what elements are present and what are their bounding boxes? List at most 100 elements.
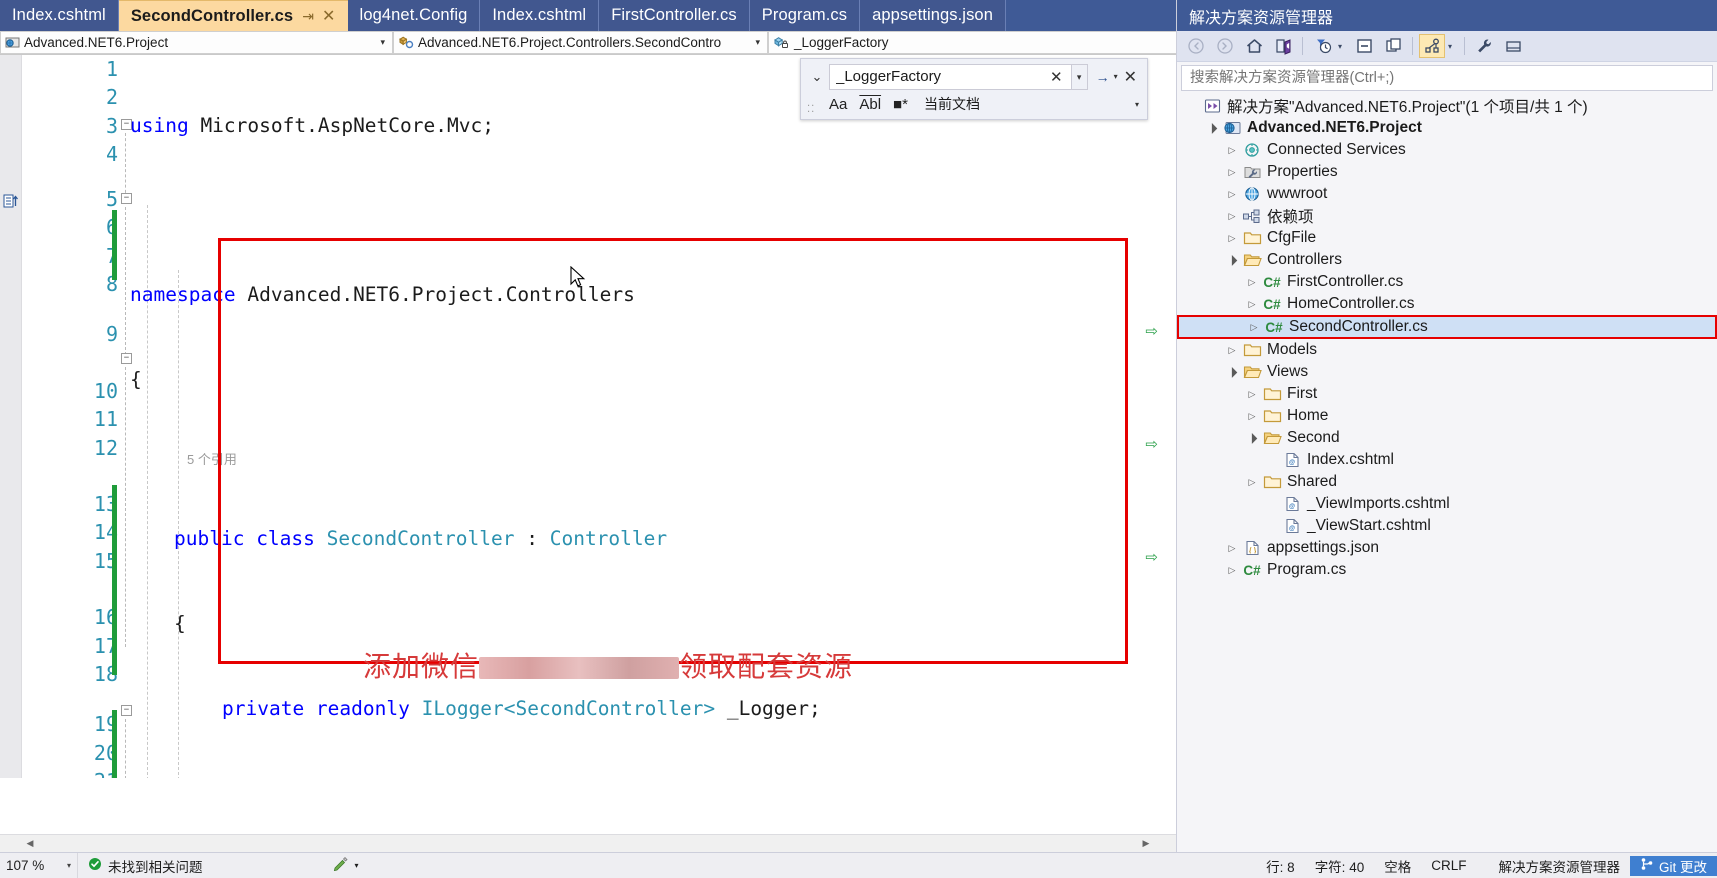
pending-changes-filter-icon[interactable] <box>1309 34 1335 58</box>
tree-node-properties[interactable]: ▷ Properties <box>1177 161 1717 183</box>
expand-collapse-icon-collapsed[interactable]: ▷ <box>1245 322 1263 333</box>
solution-explorer-status[interactable]: 解决方案资源管理器 <box>1488 855 1630 876</box>
find-next-icon[interactable]: → <box>1094 69 1112 85</box>
expand-collapse-icon-collapsed[interactable]: ▷ <box>1223 543 1241 554</box>
tree-node-viewstart-cshtml[interactable]: @ _ViewStart.cshtml <box>1177 515 1717 537</box>
expand-collapse-icon-collapsed[interactable]: ▷ <box>1243 477 1261 488</box>
collapse-all-icon[interactable] <box>1351 34 1377 58</box>
tree-node-second[interactable]: ◢ Second <box>1177 427 1717 449</box>
use-regex-icon[interactable]: ■* <box>893 96 908 113</box>
tab-index-cshtml-1[interactable]: Index.cshtml <box>0 0 119 31</box>
find-resize-grip[interactable]: ⁚⁚ <box>807 104 815 115</box>
expand-collapse-icon-collapsed[interactable]: ▷ <box>1243 389 1261 400</box>
tree-node-secondcontroller-cs[interactable]: ▷ C# SecondController.cs <box>1177 315 1717 339</box>
tab-appsettings-json[interactable]: appsettings.json <box>860 0 1006 31</box>
issues-status[interactable]: 未找到相关问题 <box>78 856 213 876</box>
chevron-down-icon[interactable]: ▾ <box>355 861 359 870</box>
tree-node-models[interactable]: ▷ Models <box>1177 339 1717 361</box>
editor-horizontal-scrollbar[interactable]: ◀ ▶ <box>0 834 1176 852</box>
show-all-files-icon[interactable] <box>1380 34 1406 58</box>
tab-log4net-config[interactable]: log4net.Config <box>347 0 481 31</box>
tree-node-views[interactable]: ◢ Views <box>1177 361 1717 383</box>
expand-collapse-icon-collapsed[interactable]: ▷ <box>1243 411 1261 422</box>
clear-search-icon[interactable]: ✕ <box>1046 68 1067 86</box>
git-changes-status[interactable]: Git 更改 <box>1629 855 1717 876</box>
tree-node-advanced-net6-project-1-1[interactable]: 解决方案"Advanced.NET6.Project"(1 个项目/共 1 个) <box>1177 95 1717 117</box>
expand-collapse-icon-expanded[interactable]: ◢ <box>1242 428 1263 449</box>
properties-icon[interactable] <box>1471 34 1497 58</box>
code-editor[interactable]: 1 2 3 4 5 6 7 8 9 10 11 12 13 14 15 16 1… <box>0 55 1292 778</box>
bookmark-icon[interactable] <box>3 193 19 209</box>
quick-action-icon[interactable]: ⇨ <box>1145 322 1158 340</box>
expand-find-replace-icon[interactable]: ⌄ <box>805 69 829 85</box>
expand-collapse-icon-collapsed[interactable]: ▷ <box>1243 299 1261 310</box>
quick-find-widget[interactable]: ⌄ ✕ ▾ → ▾ ✕ Aa Abl ■* 当前文档 ▾ ⁚⁚ <box>800 58 1148 120</box>
tab-firstcontroller-cs[interactable]: FirstController.cs <box>599 0 750 31</box>
pending-changes-dropdown-icon[interactable]: ▾ <box>1338 42 1348 51</box>
sync-with-active-document-icon[interactable] <box>1270 34 1296 58</box>
hscroll-left-arrow-icon[interactable]: ◀ <box>0 838 60 849</box>
view-class-diagram-icon[interactable] <box>1419 34 1445 58</box>
find-scope-label[interactable]: 当前文档 <box>920 94 980 114</box>
expand-collapse-icon-expanded[interactable]: ◢ <box>1222 362 1243 383</box>
pin-tab-icon[interactable]: ⇥ <box>302 8 314 25</box>
expand-collapse-icon-collapsed[interactable]: ▷ <box>1223 211 1241 222</box>
tab-secondcontroller-cs[interactable]: SecondController.cs ⇥ ✕ <box>118 0 348 31</box>
tree-node-cfgfile[interactable]: ▷ CfgFile <box>1177 227 1717 249</box>
tree-node-appsettings-json[interactable]: ▷ appsettings.json <box>1177 537 1717 559</box>
expand-collapse-icon-collapsed[interactable]: ▷ <box>1223 345 1241 356</box>
find-input[interactable] <box>834 67 1046 86</box>
chevron-down-icon[interactable]: ▾ <box>747 37 763 48</box>
expand-collapse-icon-collapsed[interactable]: ▷ <box>1243 277 1261 288</box>
tree-node-index-cshtml[interactable]: @ Index.cshtml <box>1177 449 1717 471</box>
quick-action-icon[interactable]: ⇨ <box>1145 435 1158 453</box>
expand-collapse-icon-collapsed[interactable]: ▷ <box>1223 565 1241 576</box>
tree-node-wwwroot[interactable]: ▷ wwwroot <box>1177 183 1717 205</box>
search-input[interactable] <box>1188 69 1706 87</box>
preview-selected-items-icon[interactable] <box>1500 34 1526 58</box>
chevron-down-icon[interactable]: ▾ <box>372 37 388 48</box>
expand-collapse-icon-collapsed[interactable]: ▷ <box>1223 167 1241 178</box>
expand-collapse-icon-collapsed[interactable]: ▷ <box>1223 145 1241 156</box>
expand-collapse-icon-expanded[interactable]: ◢ <box>1202 118 1223 139</box>
back-icon[interactable] <box>1183 34 1209 58</box>
quick-action-icon[interactable]: ⇨ <box>1145 548 1158 566</box>
solution-explorer-search[interactable] <box>1181 65 1713 91</box>
tree-node-program-cs[interactable]: ▷ C# Program.cs <box>1177 559 1717 581</box>
hscroll-right-arrow-icon[interactable]: ▶ <box>1116 838 1176 849</box>
project-dropdown[interactable]: Advanced.NET6.Project ▾ <box>0 31 393 54</box>
close-tab-icon[interactable]: ✕ <box>322 6 336 26</box>
codelens-class-references[interactable]: 5 个引用 <box>130 451 1080 468</box>
expand-collapse-icon-collapsed[interactable]: ▷ <box>1223 189 1241 200</box>
tree-node-advanced-net6-project[interactable]: ◢ Advanced.NET6.Project <box>1177 117 1717 139</box>
tree-node-homecontroller-cs[interactable]: ▷ C# HomeController.cs <box>1177 293 1717 315</box>
close-find-icon[interactable]: ✕ <box>1118 67 1143 87</box>
find-history-dropdown-icon[interactable]: ▾ <box>1071 63 1088 90</box>
tab-index-cshtml-2[interactable]: Index.cshtml <box>480 0 600 31</box>
expand-collapse-icon-collapsed[interactable]: ▷ <box>1223 233 1241 244</box>
forward-icon[interactable] <box>1212 34 1238 58</box>
match-case-icon[interactable]: Aa <box>829 96 847 113</box>
tree-node-firstcontroller-cs[interactable]: ▷ C# FirstController.cs <box>1177 271 1717 293</box>
expand-collapse-icon-expanded[interactable]: ◢ <box>1222 250 1243 271</box>
tree-node-[interactable]: ▷ 依赖项 <box>1177 205 1717 227</box>
tree-node-viewimports-cshtml[interactable]: @ _ViewImports.cshtml <box>1177 493 1717 515</box>
chevron-down-icon[interactable]: ▾ <box>67 861 71 870</box>
solution-tree[interactable]: 解决方案"Advanced.NET6.Project"(1 个项目/共 1 个)… <box>1177 93 1717 826</box>
match-whole-word-icon[interactable]: Abl <box>859 96 881 113</box>
tree-node-controllers[interactable]: ◢ Controllers <box>1177 249 1717 271</box>
line-ending-status[interactable]: CRLF <box>1421 858 1488 873</box>
home-icon[interactable] <box>1241 34 1267 58</box>
indentation-status[interactable]: 空格 <box>1374 856 1421 876</box>
find-input-wrapper[interactable]: ✕ <box>829 63 1072 90</box>
pending-changes-status[interactable]: ▾ <box>213 857 369 874</box>
view-class-diagram-dropdown-icon[interactable]: ▾ <box>1448 42 1458 51</box>
tab-program-cs[interactable]: Program.cs <box>749 0 861 31</box>
zoom-level-control[interactable]: 107 % ▾ <box>0 853 78 878</box>
tree-node-home[interactable]: ▷ Home <box>1177 405 1717 427</box>
tree-node-first[interactable]: ▷ First <box>1177 383 1717 405</box>
tree-node-shared[interactable]: ▷ Shared <box>1177 471 1717 493</box>
type-dropdown[interactable]: Advanced.NET6.Project.Controllers.Second… <box>393 31 768 54</box>
tree-node-connected-services[interactable]: ▷ Connected Services <box>1177 139 1717 161</box>
find-scope-dropdown-icon[interactable]: ▾ <box>1135 100 1147 109</box>
